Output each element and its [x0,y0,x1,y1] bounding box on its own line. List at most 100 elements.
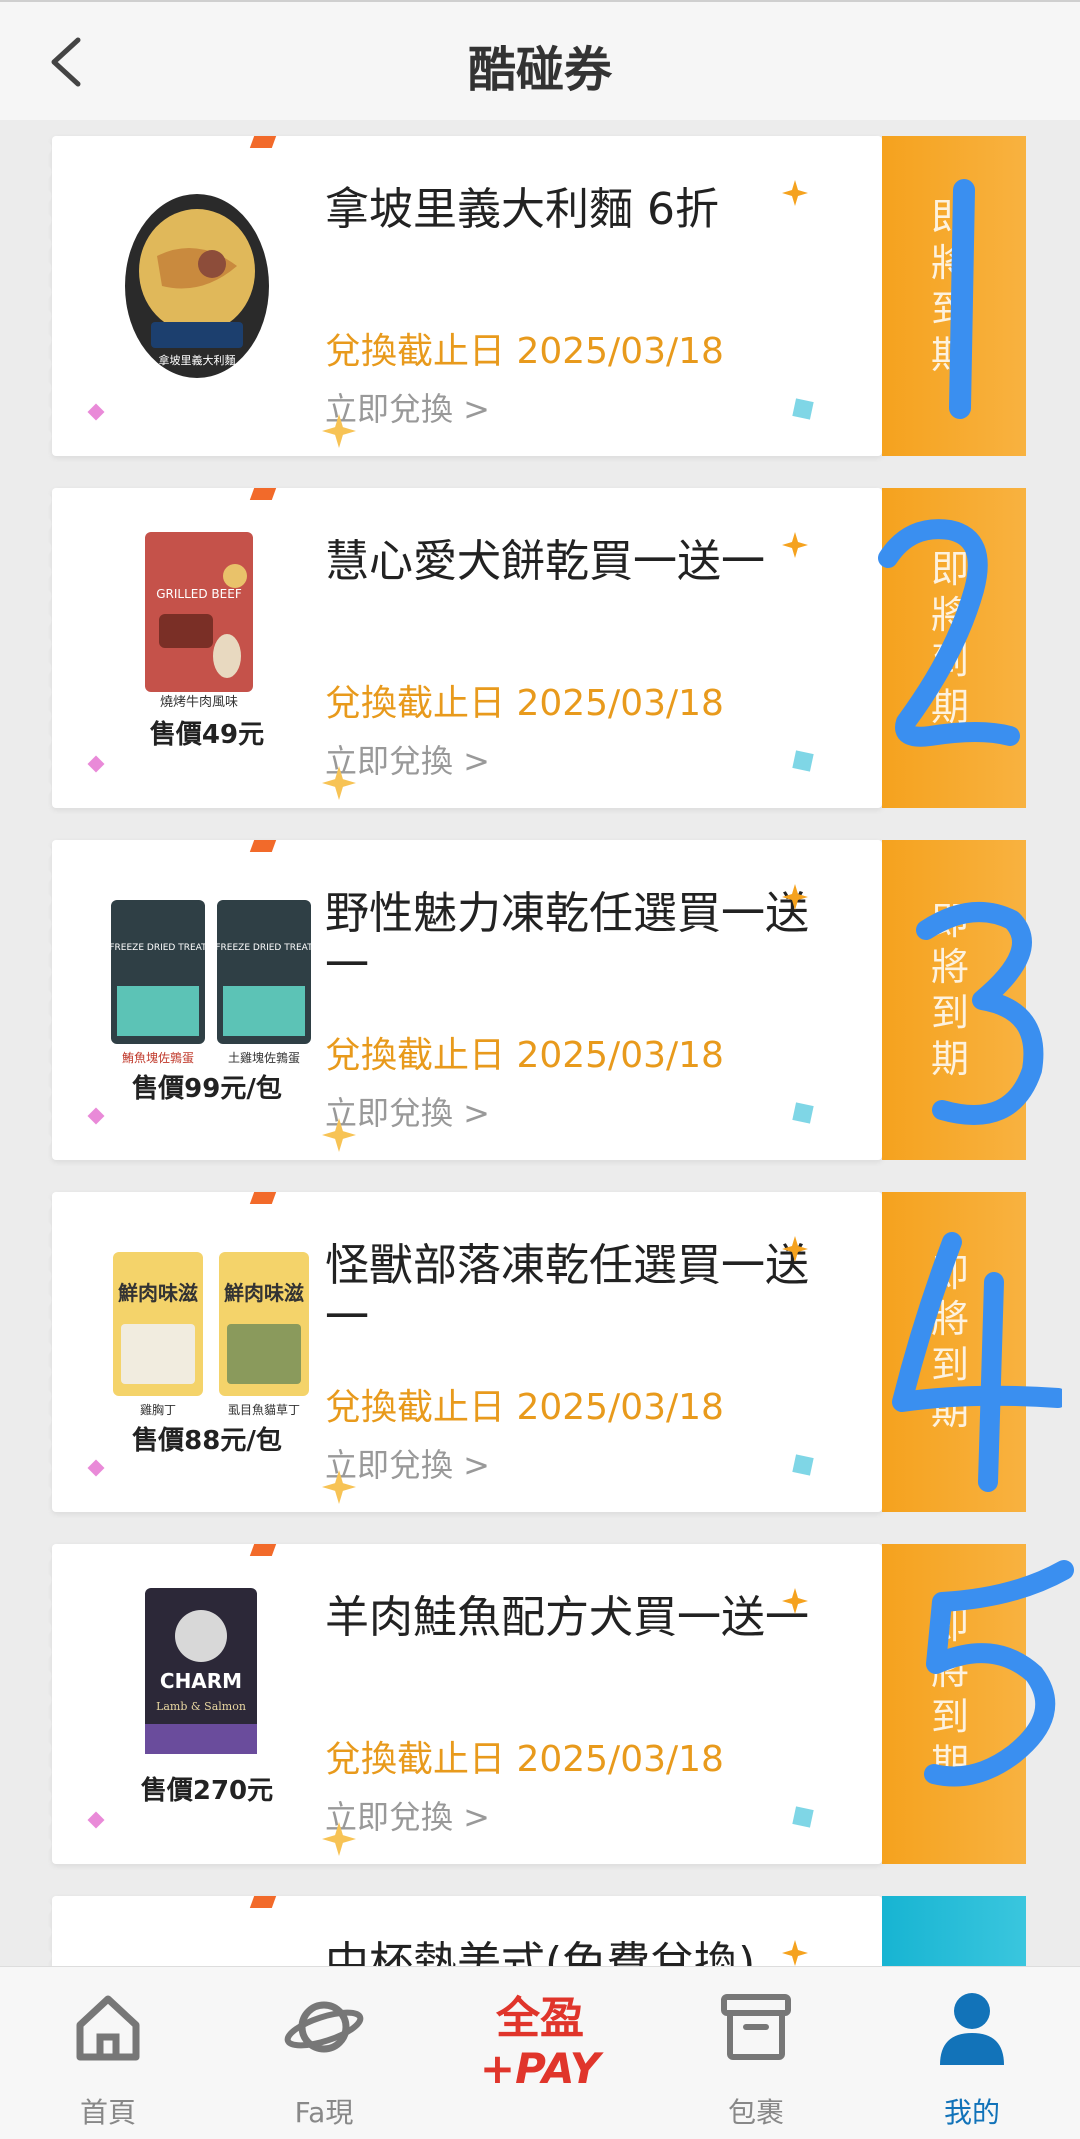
nav-item-package[interactable]: 包裹 [676,1987,836,2129]
coupon-stub: 即將到期 [882,136,1036,456]
sparkle-icon [322,414,356,448]
coupon-card[interactable]: 拿坡里義大利麵 拿坡里義大利麵 6折 兌換截止日 2025/03/18 立即兌換… [44,136,1036,456]
coupon-body: CHARM Lamb & Salmon 售價270元 羊肉鮭魚配方犬買一送一 兌… [44,1544,882,1864]
expiry-date: 兌換截止日 2025/03/18 [325,1035,724,1076]
planet-icon [284,2001,364,2053]
coupon-card[interactable]: 鮮肉味滋 鮮肉味滋 雞胸丁 虱目魚貓草丁 售價88元/包 怪獸部落凍乾任選買一送… [44,1192,1062,1512]
confetti-shape [792,1806,814,1828]
coupon-card[interactable]: FREEZE DRIED TREAT FREEZE DRIED TREAT 鮪魚… [44,840,1044,1160]
charm-package-text: Lamb & Salmon [156,1700,246,1713]
treat-package-text: FREEZE DRIED TREAT [215,943,313,953]
coupon-title: 中杯熱美式(免費兌換) [325,1938,756,1966]
dog-biscuit-product-image: GRILLED BEEF 燒烤牛肉風味 [145,532,253,708]
coupon-body: 中杯熱美式(免費兌換) [44,1896,882,1966]
coupon-title: 羊肉鮭魚配方犬買一送一 [325,1592,809,1643]
expiring-soon-label: 即將到期 [930,1251,969,1433]
coupon-card[interactable]: 中杯熱美式(免費兌換) [44,1896,1036,1966]
bottom-navigation: 首頁 Fa現 全盈 +PAY 包裹 我的 [0,1966,1080,2139]
expiry-date: 兌換截止日 2025/03/18 [325,1387,724,1428]
confetti-shape [249,1192,277,1204]
confetti-shape [249,136,277,148]
page-title: 酷碰券 [467,42,612,98]
expiring-soon-label: 即將到期 [930,547,969,729]
image-caption: 燒烤牛肉風味 [160,695,238,708]
pasta-product-image: 拿坡里義大利麵 [125,194,269,378]
ticket-notch [1016,840,1036,1160]
ticket-notch [44,840,62,1160]
nav-label: 我的 [943,2096,1000,2129]
confetti-shape [87,1459,105,1477]
nav-item-profile[interactable]: 我的 [892,1987,1052,2129]
confetti-shape [87,755,105,773]
meat-package-text: 鮮肉味滋 [224,1281,304,1305]
coupon-title: 怪獸部落凍乾任選買一送一 [325,1240,809,1343]
nav-item-home[interactable]: 首頁 [28,1987,188,2129]
sparkle-icon [322,1470,356,1504]
nav-item-fa-xian[interactable]: Fa現 [244,1987,404,2129]
sparkle-icon [322,1118,356,1152]
image-caption: 土雞塊佐鶉蛋 [228,1050,300,1065]
confetti-shape [87,1811,105,1829]
dog-food-bag-product-image: CHARM Lamb & Salmon [145,1588,257,1754]
nav-item-pay[interactable]: 全盈 +PAY [460,1987,620,2127]
coupon-title: 拿坡里義大利麵 6折 [325,184,719,235]
beef-package-text: GRILLED BEEF [156,587,242,601]
freeze-dried-meat-product-image: 鮮肉味滋 鮮肉味滋 雞胸丁 虱目魚貓草丁 [113,1252,309,1417]
ticket-notch [1016,136,1036,456]
coupon-body: 鮮肉味滋 鮮肉味滋 雞胸丁 虱目魚貓草丁 售價88元/包 怪獸部落凍乾任選買一送… [44,1192,882,1512]
confetti-shape [792,398,814,420]
coupon-stub: 即將到期 [882,840,1036,1160]
expiring-soon-label: 即將到期 [930,1603,969,1785]
expiry-date: 兌換截止日 2025/03/18 [325,331,724,372]
image-caption: 鮪魚塊佐鶉蛋 [122,1050,194,1065]
coupon-stub [882,1896,1036,1966]
home-icon [76,1995,140,2061]
nav-label: 包裹 [727,2096,784,2129]
charm-package-text: CHARM [160,1669,242,1693]
ticket-notch [1016,488,1036,808]
coupon-stub: 即將到期 [882,1544,1036,1864]
coupon-card[interactable]: GRILLED BEEF 燒烤牛肉風味 售價49元 慧心愛犬餅乾買一送一 兌換截… [44,488,1036,808]
ticket-notch [1016,1192,1036,1512]
image-caption: 雞胸丁 [140,1402,176,1417]
coupon-title: 野性魅力凍乾任選買一送一 [325,888,809,991]
product-price: 售價99元/包 [132,1074,282,1104]
quanying-pay-logo: 全盈 +PAY [480,1993,604,2093]
confetti-shape [792,1454,814,1476]
sparkle-icon [782,1940,808,1966]
image-caption: 虱目魚貓草丁 [228,1403,300,1417]
expiry-date: 兌換截止日 2025/03/18 [325,683,724,724]
coupon-list[interactable]: 拿坡里義大利麵 拿坡里義大利麵 6折 兌換截止日 2025/03/18 立即兌換… [0,118,1080,1966]
confetti-shape [792,750,814,772]
confetti-shape [792,1102,814,1124]
confetti-shape [249,840,277,852]
pay-logo-bottom: +PAY [480,2044,604,2093]
ticket-notch [44,1192,62,1512]
confetti-shape [87,1107,105,1125]
freeze-dried-treat-product-image: FREEZE DRIED TREAT FREEZE DRIED TREAT 鮪魚… [109,900,313,1065]
product-price: 售價270元 [140,1776,274,1806]
product-price: 售價49元 [149,720,265,750]
nav-label: Fa現 [294,2096,354,2129]
confetti-shape [249,488,277,500]
sparkle-icon [782,1236,808,1262]
profile-icon [940,1993,1004,2065]
coupon-card[interactable]: CHARM Lamb & Salmon 售價270元 羊肉鮭魚配方犬買一送一 兌… [44,1544,1074,1864]
confetti-shape [249,1544,277,1556]
pasta-package-text: 拿坡里義大利麵 [159,353,236,367]
sparkle-icon [782,180,808,206]
sparkle-icon [782,1588,808,1614]
ticket-notch [44,136,62,456]
expiring-soon-label: 即將到期 [930,195,969,377]
sparkle-icon [782,532,808,558]
app-header: 酷碰券 [0,0,1080,120]
ticket-notch [1016,1896,1036,1966]
nav-label: 首頁 [79,2096,136,2129]
pay-logo-top: 全盈 [495,1993,584,2044]
confetti-shape [249,1896,277,1908]
ticket-notch [44,1544,62,1864]
treat-package-text: FREEZE DRIED TREAT [109,943,207,953]
coupon-stub: 即將到期 [882,1192,1036,1512]
coupon-body: FREEZE DRIED TREAT FREEZE DRIED TREAT 鮪魚… [44,840,882,1160]
package-box-icon [721,1994,791,2060]
